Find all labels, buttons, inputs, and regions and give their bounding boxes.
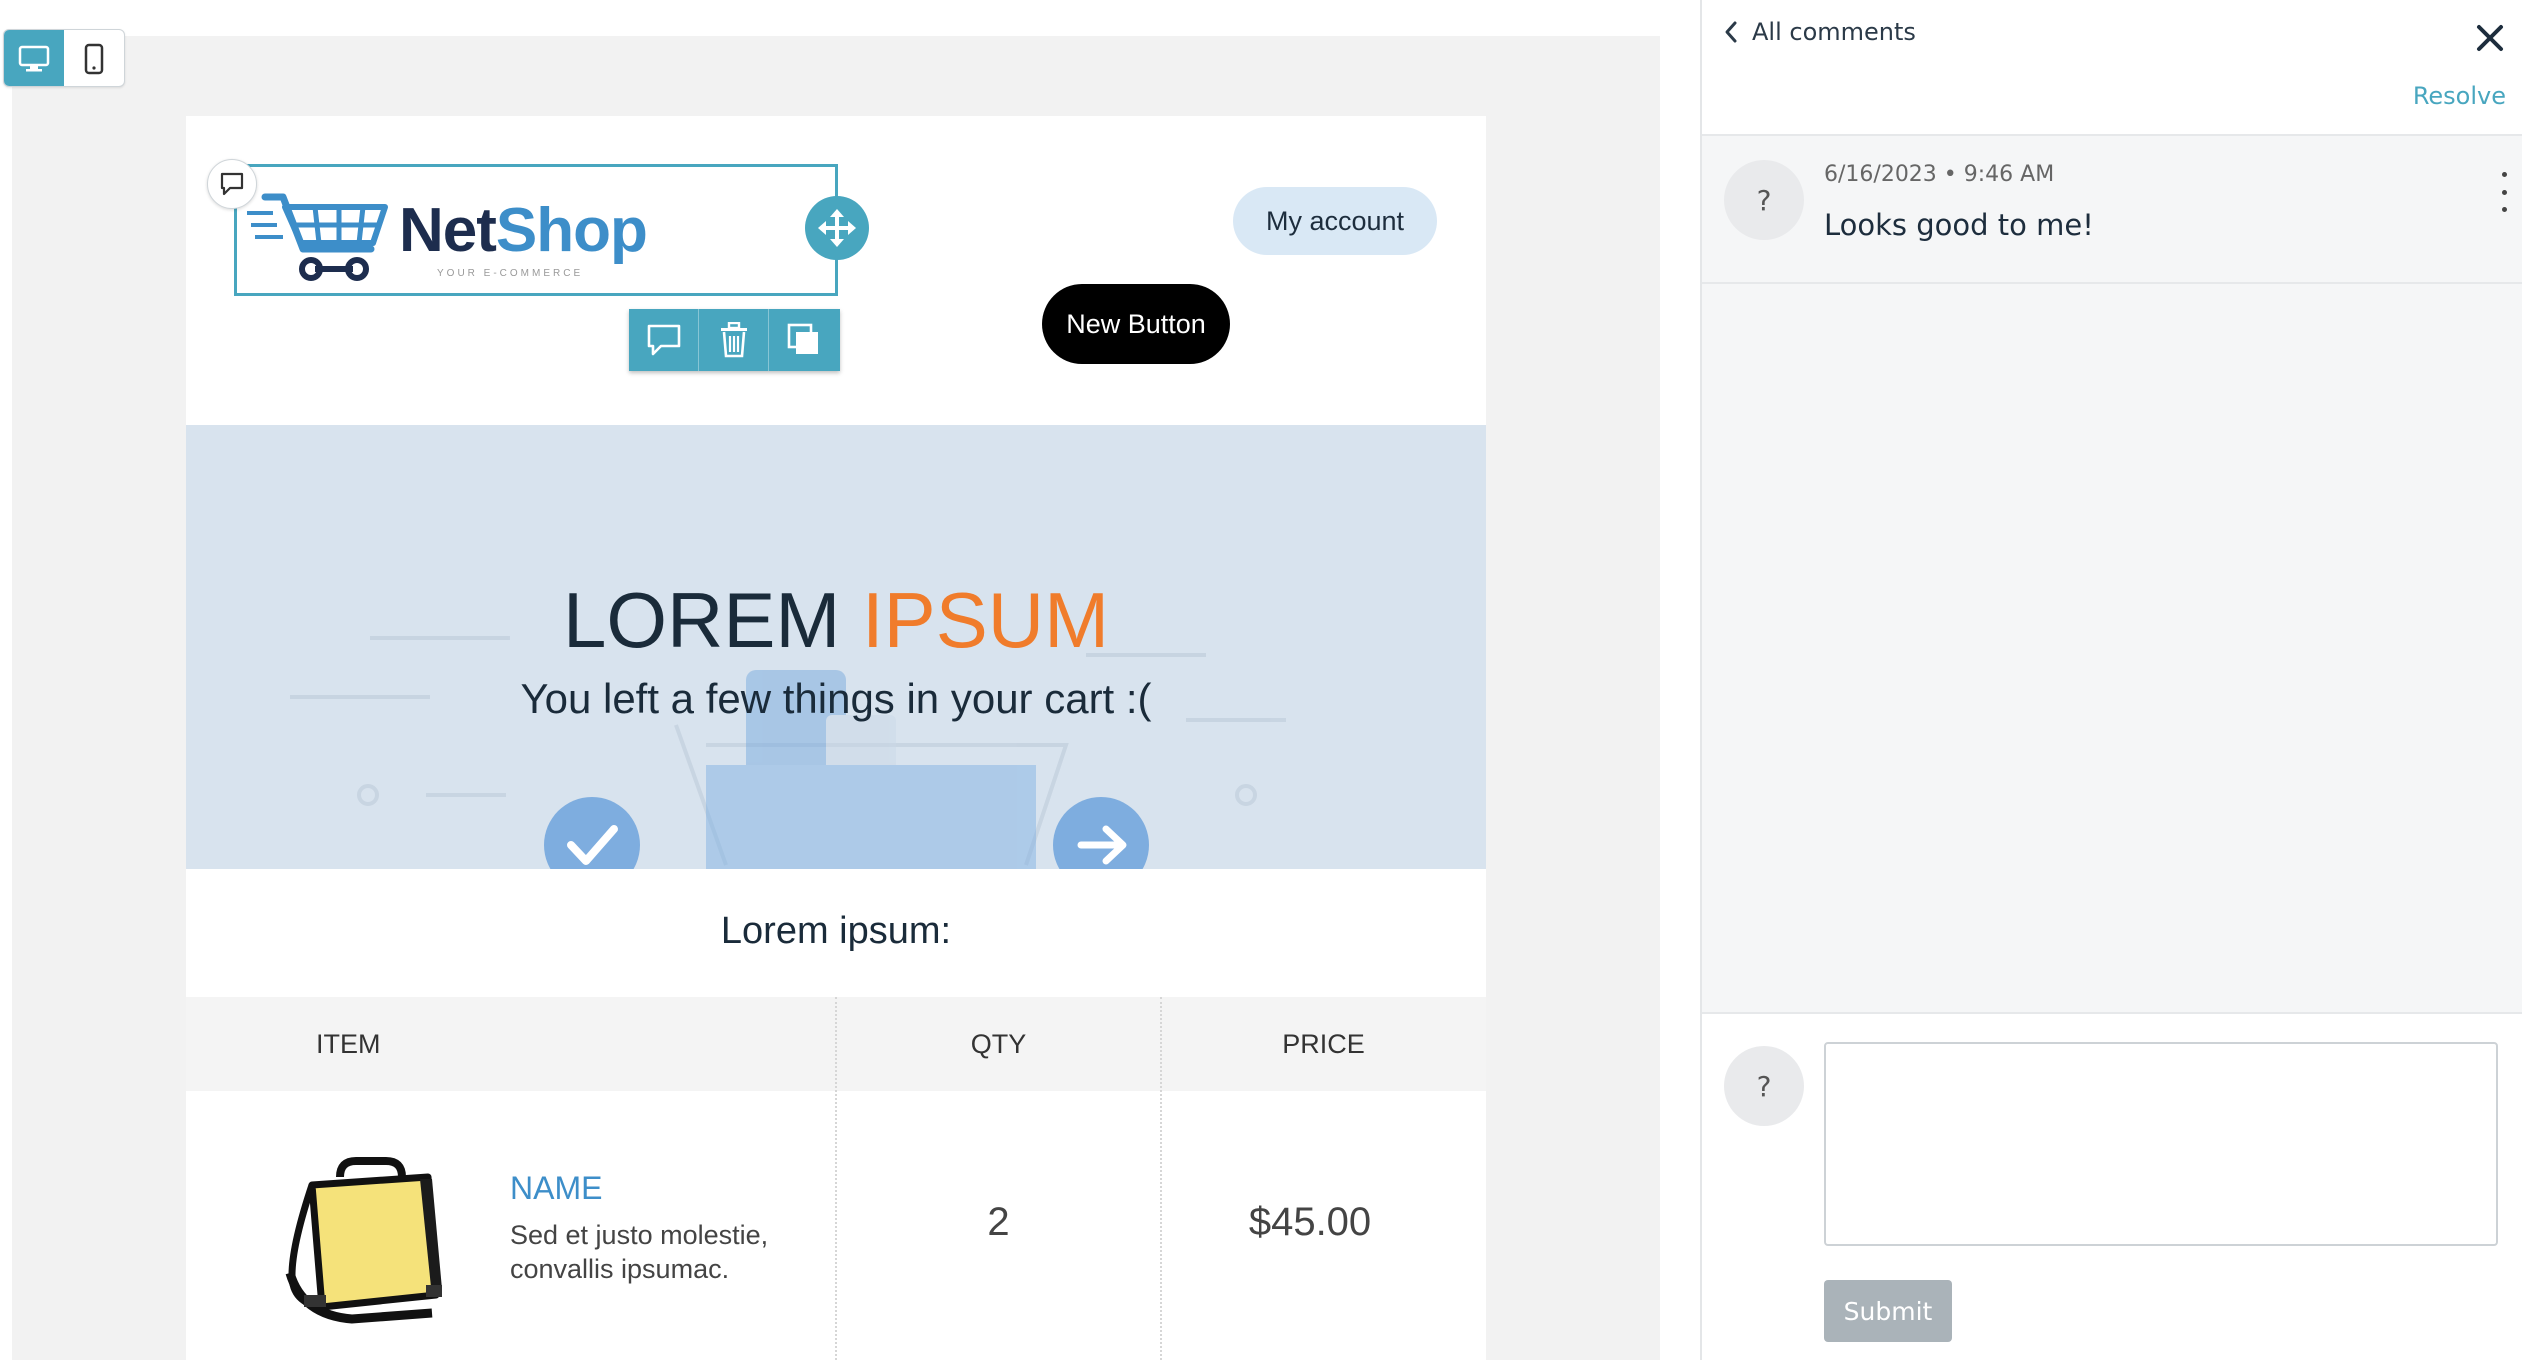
product-description: Sed et justo molestie, convallis ipsumac… bbox=[510, 1220, 769, 1284]
block-toolbar bbox=[629, 309, 840, 371]
product-name[interactable]: NAME bbox=[510, 1170, 602, 1207]
duplicate-block-button[interactable] bbox=[769, 309, 839, 371]
my-account-button[interactable]: My account bbox=[1233, 187, 1437, 255]
trash-icon bbox=[720, 322, 747, 358]
product-image bbox=[285, 1157, 442, 1324]
duplicate-icon bbox=[787, 323, 818, 354]
logo-shop-text: Shop bbox=[495, 196, 648, 265]
view-toggle bbox=[3, 29, 125, 87]
submit-button[interactable]: Submit bbox=[1824, 1280, 1952, 1342]
move-handle[interactable] bbox=[805, 196, 869, 260]
more-options-icon[interactable] bbox=[2498, 172, 2510, 212]
mobile-icon bbox=[84, 43, 104, 75]
mobile-view-button[interactable] bbox=[64, 30, 124, 86]
resolve-button[interactable]: Resolve bbox=[2413, 82, 2506, 110]
comment-block-button[interactable] bbox=[629, 309, 699, 371]
comment-timestamp: 6/16/2023 • 9:46 AM bbox=[1824, 162, 2055, 187]
new-button[interactable]: New Button bbox=[1042, 284, 1230, 364]
hero-banner[interactable]: LOREM IPSUM You left a few things in you… bbox=[186, 425, 1486, 869]
table-column-divider bbox=[1160, 997, 1162, 1360]
avatar: ? bbox=[1724, 1046, 1804, 1126]
reply-input[interactable] bbox=[1824, 1042, 2498, 1246]
comment-icon bbox=[647, 324, 680, 356]
comment-icon bbox=[220, 172, 244, 196]
comments-panel-header: All comments Resolve bbox=[1702, 0, 2522, 136]
table-column-divider bbox=[835, 997, 837, 1360]
move-arrows-icon bbox=[818, 209, 856, 247]
section-title: Lorem ipsum: bbox=[720, 910, 952, 952]
table-header-item: ITEM bbox=[316, 1028, 381, 1059]
comment-item: ? 6/16/2023 • 9:46 AM Looks good to me! bbox=[1702, 136, 2522, 284]
table-header-price: PRICE bbox=[1282, 1028, 1365, 1059]
hero-title-part2: IPSUM bbox=[862, 576, 1110, 664]
product-qty: 2 bbox=[987, 1200, 1010, 1244]
hero-title-part1: LOREM bbox=[562, 576, 841, 664]
desktop-icon bbox=[18, 45, 50, 72]
comment-thread: ? 6/16/2023 • 9:46 AM Looks good to me! bbox=[1702, 136, 2522, 1012]
logo-block[interactable]: NetShop YOUR E-COMMERCE bbox=[234, 164, 838, 296]
product-price: $45.00 bbox=[1248, 1200, 1372, 1244]
email-editor: NetShop YOUR E-COMMERCE My account New B… bbox=[0, 0, 1700, 1360]
desktop-view-button[interactable] bbox=[4, 30, 64, 86]
comment-text: Looks good to me! bbox=[1824, 208, 2094, 242]
table-header-qty: QTY bbox=[970, 1028, 1027, 1059]
reply-section: ? Submit bbox=[1702, 1012, 2522, 1360]
logo-wordmark: NetShop bbox=[399, 195, 648, 266]
all-comments-label: All comments bbox=[1752, 18, 1916, 46]
logo-net-text: Net bbox=[399, 196, 497, 265]
close-icon[interactable] bbox=[2474, 22, 2506, 54]
hero-title: LOREM IPSUM bbox=[186, 575, 1486, 666]
app-root: NetShop YOUR E-COMMERCE My account New B… bbox=[0, 0, 2522, 1360]
logo-tagline: YOUR E-COMMERCE bbox=[437, 268, 584, 279]
add-comment-badge[interactable] bbox=[207, 159, 257, 209]
comments-panel: All comments Resolve ? 6/16/2023 • 9:46 … bbox=[1700, 0, 2522, 1360]
chevron-left-icon bbox=[1725, 21, 1737, 43]
all-comments-link[interactable]: All comments bbox=[1724, 18, 1916, 46]
delete-block-button[interactable] bbox=[699, 309, 769, 371]
shopping-cart-logo-icon bbox=[247, 193, 388, 281]
avatar: ? bbox=[1724, 160, 1804, 240]
hero-subtitle: You left a few things in your cart :( bbox=[520, 675, 1152, 722]
